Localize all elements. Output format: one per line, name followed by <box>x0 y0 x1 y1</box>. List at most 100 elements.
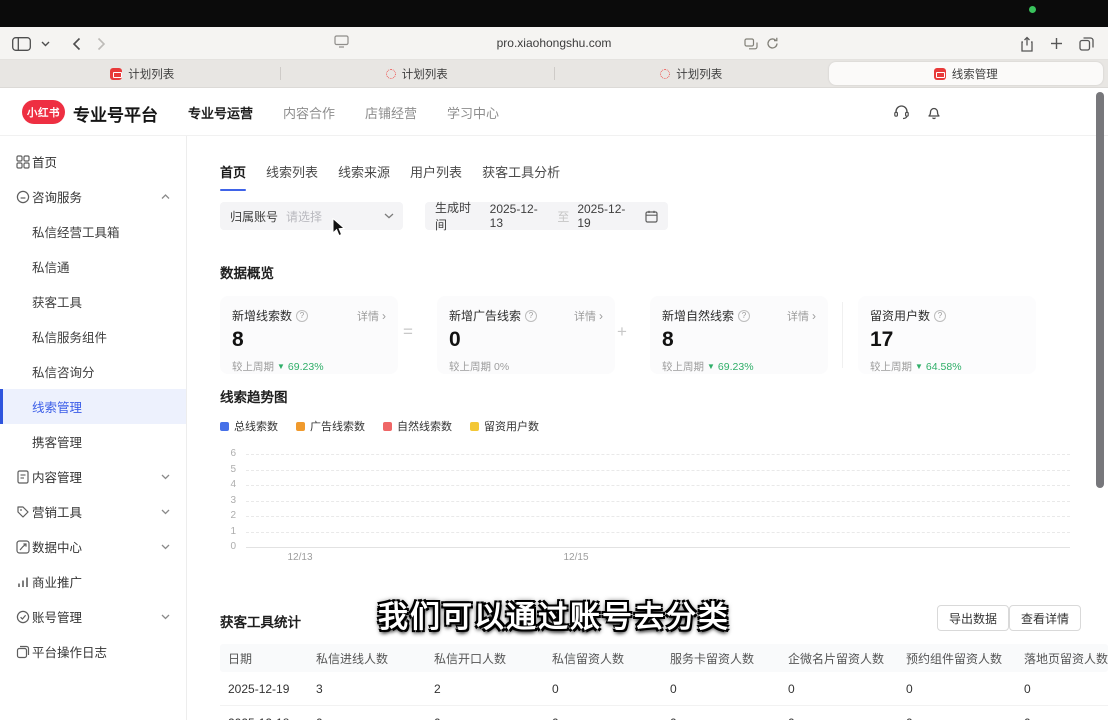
sidebar-toggle-icon[interactable] <box>12 37 31 51</box>
sidebar-item-home[interactable]: 首页 <box>0 144 186 179</box>
share-icon[interactable] <box>1020 36 1034 52</box>
nav-operation[interactable]: 专业号运营 <box>188 103 253 122</box>
detail-link[interactable]: 详情› <box>787 308 816 324</box>
account-select[interactable]: 归属账号 请选择 <box>220 202 403 230</box>
tab-lead-list[interactable]: 线索列表 <box>266 162 318 191</box>
y-tick: 6 <box>220 448 236 459</box>
loading-spinner-icon <box>386 69 396 79</box>
chevron-down-icon <box>161 544 170 550</box>
tab-label: 计划列表 <box>402 66 448 82</box>
sidebar-item-lead-tools[interactable]: 获客工具 <box>0 284 186 319</box>
down-triangle-icon: ▼ <box>707 362 715 371</box>
y-tick: 1 <box>220 525 236 536</box>
tab-home[interactable]: 首页 <box>220 162 246 191</box>
table-row[interactable]: 2025-12-19 3 2 0 0 0 0 0 <box>220 672 1108 706</box>
back-icon[interactable] <box>72 37 81 51</box>
recording-indicator-dot <box>1029 6 1036 13</box>
table-row[interactable]: 2025-12-18 0 0 0 0 0 0 0 <box>220 706 1108 720</box>
browser-tab-4-active[interactable]: 线索管理 <box>829 62 1104 85</box>
chevron-down-icon <box>161 474 170 480</box>
sidebar-group-data-center[interactable]: 数据中心 <box>0 529 186 564</box>
card-divider <box>842 302 843 368</box>
y-tick: 4 <box>220 479 236 490</box>
nav-learning[interactable]: 学习中心 <box>447 103 499 122</box>
sidebar-group-marketing[interactable]: 营销工具 <box>0 494 186 529</box>
legend-ad-leads[interactable]: 广告线索数 <box>296 418 365 434</box>
letterbox-bar <box>0 0 1108 27</box>
tab-overview-icon[interactable] <box>1079 37 1094 51</box>
notification-bell-icon[interactable] <box>926 104 942 120</box>
product-title: 专业号平台 <box>73 101 158 126</box>
sidebar-group-consult[interactable]: 咨询服务 <box>0 179 186 214</box>
start-date: 2025-12-13 <box>490 202 550 230</box>
bar-chart-icon <box>16 574 31 589</box>
sidebar-item-customer-management[interactable]: 携客管理 <box>0 424 186 459</box>
filter-row: 归属账号 请选择 生成时间 2025-12-13 至 2025-12-19 <box>220 202 668 230</box>
detail-link[interactable]: 详情› <box>574 308 603 324</box>
detail-link[interactable]: 详情› <box>357 308 386 324</box>
xiaohongshu-favicon <box>934 68 946 80</box>
browser-tab-1[interactable]: 计划列表 <box>5 62 280 85</box>
sidebar-item-dm-components[interactable]: 私信服务组件 <box>0 319 186 354</box>
tab-user-list[interactable]: 用户列表 <box>410 162 462 191</box>
browser-tab-3[interactable]: 计划列表 <box>554 62 829 85</box>
chart-plot-area: 6 5 4 3 2 1 0 12/13 12/15 <box>220 448 1080 570</box>
sidebar-group-content[interactable]: 内容管理 <box>0 459 186 494</box>
copy-page-icon[interactable] <box>744 38 758 50</box>
sidebar-item-dm-score[interactable]: 私信咨询分 <box>0 354 186 389</box>
xiaohongshu-logo[interactable]: 小红书 <box>22 100 65 124</box>
y-tick: 5 <box>220 463 236 474</box>
legend-retained-users[interactable]: 留资用户数 <box>470 418 539 434</box>
chevron-right-icon: › <box>599 309 603 323</box>
help-icon[interactable]: ? <box>296 310 308 322</box>
customer-service-icon[interactable] <box>893 104 910 120</box>
address-bar[interactable]: pro.xiaohongshu.com <box>300 27 808 60</box>
y-tick: 3 <box>220 494 236 505</box>
grid-icon <box>16 154 31 169</box>
nav-content-coop[interactable]: 内容合作 <box>283 103 335 122</box>
tab-label: 线索管理 <box>952 66 998 82</box>
mouse-cursor <box>332 218 349 237</box>
date-range-picker[interactable]: 生成时间 2025-12-13 至 2025-12-19 <box>425 202 668 230</box>
legend-swatch <box>220 422 229 431</box>
tab-tool-analysis[interactable]: 获客工具分析 <box>482 162 560 191</box>
help-icon[interactable]: ? <box>738 310 750 322</box>
tools-table: 日期 私信进线人数 私信开口人数 私信留资人数 服务卡留资人数 企微名片留资人数… <box>220 644 1108 720</box>
lead-tabs: 首页 线索列表 线索来源 用户列表 获客工具分析 <box>220 162 560 191</box>
card-new-leads: 新增线索数? 详情› 8 较上周期▼69.23% <box>220 296 398 374</box>
chevron-down-icon[interactable] <box>41 41 50 47</box>
xiaohongshu-favicon <box>110 68 122 80</box>
screen: pro.xiaohongshu.com 计划列表 <box>0 0 1108 720</box>
select-placeholder: 请选择 <box>286 208 322 225</box>
trend-chart-title: 线索趋势图 <box>220 386 288 406</box>
sidebar-item-dm-pass[interactable]: 私信通 <box>0 249 186 284</box>
browser-tab-2[interactable]: 计划列表 <box>280 62 555 85</box>
sidebar-item-dm-toolbox[interactable]: 私信经营工具箱 <box>0 214 186 249</box>
tag-icon <box>16 504 31 519</box>
scrollbar-thumb[interactable] <box>1096 92 1104 488</box>
sidebar-item-lead-management[interactable]: 线索管理 <box>0 389 186 424</box>
nav-shop[interactable]: 店铺经营 <box>365 103 417 122</box>
browser-toolbar: pro.xiaohongshu.com <box>0 27 1108 60</box>
chevron-right-icon: › <box>382 309 386 323</box>
tab-lead-source[interactable]: 线索来源 <box>338 162 390 191</box>
card-value: 8 <box>232 328 386 352</box>
help-icon[interactable]: ? <box>934 310 946 322</box>
new-tab-icon[interactable] <box>1050 37 1063 50</box>
chart-legend: 总线索数 广告线索数 自然线索数 留资用户数 <box>220 418 1080 434</box>
x-tick: 12/13 <box>277 552 323 563</box>
loading-spinner-icon <box>660 69 670 79</box>
lead-trend-chart: 总线索数 广告线索数 自然线索数 留资用户数 6 5 4 3 2 1 0 <box>220 418 1080 570</box>
forward-icon[interactable] <box>97 37 106 51</box>
x-tick: 12/15 <box>553 552 599 563</box>
down-triangle-icon: ▼ <box>277 362 285 371</box>
help-icon[interactable]: ? <box>525 310 537 322</box>
legend-total-leads[interactable]: 总线索数 <box>220 418 278 434</box>
sidebar-item-platform-log[interactable]: 平台操作日志 <box>0 634 186 669</box>
chat-icon <box>16 189 31 204</box>
reload-icon[interactable] <box>766 37 779 50</box>
legend-organic-leads[interactable]: 自然线索数 <box>383 418 452 434</box>
overview-title: 数据概览 <box>220 262 274 282</box>
overview-cards: 新增线索数? 详情› 8 较上周期▼69.23% = 新增广告线索? 详情› 0… <box>187 296 1108 374</box>
legend-swatch <box>383 422 392 431</box>
